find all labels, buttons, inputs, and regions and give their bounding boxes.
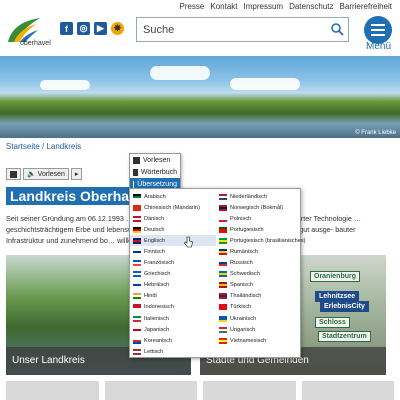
language-option[interactable]: Ungarisch: [216, 324, 302, 335]
search-icon[interactable]: [330, 22, 344, 36]
flag-icon: [133, 348, 141, 355]
flag-icon: [133, 193, 141, 200]
book-icon: [133, 168, 138, 176]
flag-icon: [133, 215, 141, 222]
menu-label[interactable]: Menü: [366, 41, 391, 52]
language-option[interactable]: Polnisch: [216, 213, 302, 224]
reader-action-menu: Vorlesen Wörterbuch Übersetzung: [129, 153, 181, 191]
flag-icon: [219, 304, 227, 311]
speaker-icon: [133, 156, 140, 164]
road-sign: Stadtzentrum: [318, 331, 371, 342]
flag-icon: [219, 226, 227, 233]
language-option[interactable]: Arabisch: [130, 191, 216, 202]
search-input[interactable]: Suche: [136, 17, 349, 42]
road-sign: Oranienburg: [310, 271, 361, 282]
hamburger-icon: [371, 24, 385, 26]
social-links: f ◎ ▶ ✸: [60, 22, 124, 35]
logo-wordmark: oberhavel: [20, 40, 51, 46]
flag-icon: [133, 260, 141, 267]
flag-icon: [219, 193, 227, 200]
flag-icon: [133, 204, 141, 211]
read-aloud-toolbar: 🔈 Vorlesen ▸: [6, 168, 83, 180]
road-sign: ErlebnisCity: [320, 301, 369, 312]
road-sign: Schloss: [315, 317, 350, 328]
hero-image: © Frank Liebke: [0, 56, 400, 138]
flag-icon: [219, 315, 227, 322]
language-option[interactable]: Schwedisch: [216, 269, 302, 280]
top-link-presse[interactable]: Presse: [179, 2, 204, 11]
flag-icon: [133, 315, 141, 322]
language-option[interactable]: Hebräisch: [130, 280, 216, 291]
language-option[interactable]: Koreanisch: [130, 335, 216, 346]
language-option[interactable]: Norwegisch (Bokmål): [216, 202, 302, 213]
youtube-icon[interactable]: ▶: [94, 22, 107, 35]
translate-icon: [133, 180, 135, 188]
language-option[interactable]: Hindi: [130, 291, 216, 302]
language-option[interactable]: Russisch: [216, 258, 302, 269]
mouse-cursor: [184, 236, 193, 248]
reader-menu-button[interactable]: [6, 168, 21, 180]
more-cards: [0, 381, 400, 400]
read-aloud-button[interactable]: 🔈 Vorlesen: [23, 168, 69, 180]
language-option[interactable]: Portugiesisch (brasilianisches): [216, 235, 306, 246]
language-option[interactable]: Indonesisch: [130, 302, 216, 313]
flag-icon: [133, 271, 141, 278]
hero-copyright: © Frank Liebke: [355, 130, 396, 136]
language-option[interactable]: Vietnamesisch: [216, 335, 302, 346]
language-option[interactable]: Französisch: [130, 258, 216, 269]
language-option[interactable]: Deutsch: [130, 224, 216, 235]
speaker-icon: 🔈: [27, 171, 36, 178]
flag-icon: [133, 337, 141, 344]
top-link-impressum[interactable]: Impressum: [244, 2, 284, 11]
language-option[interactable]: Englisch: [130, 235, 216, 247]
language-option[interactable]: Niederländisch: [216, 191, 302, 202]
language-option[interactable]: Lettisch: [130, 346, 216, 357]
top-links: Presse Kontakt Impressum Datenschutz Bar…: [179, 2, 392, 11]
flag-icon: [219, 215, 227, 222]
language-option[interactable]: Portugiesisch: [216, 224, 302, 235]
language-option[interactable]: Rumänisch: [216, 246, 302, 257]
flag-icon: [133, 326, 141, 333]
flag-icon: [133, 237, 141, 244]
flag-icon: [219, 237, 227, 244]
flag-icon: [219, 282, 227, 289]
language-option[interactable]: Griechisch: [130, 269, 216, 280]
menu-icon: [10, 170, 17, 178]
flag-icon: [133, 226, 141, 233]
language-option[interactable]: Türkisch: [216, 302, 302, 313]
top-link-barrierefreiheit[interactable]: Barrierefreiheit: [340, 2, 392, 11]
flag-icon: [219, 293, 227, 300]
search-placeholder: Suche: [143, 23, 175, 36]
sun-icon[interactable]: ✸: [111, 22, 124, 35]
flag-icon: [219, 271, 227, 278]
flag-icon: [133, 293, 141, 300]
language-option[interactable]: Thailändisch: [216, 291, 302, 302]
flag-icon: [133, 282, 141, 289]
instagram-icon[interactable]: ◎: [77, 22, 90, 35]
top-link-kontakt[interactable]: Kontakt: [210, 2, 237, 11]
flag-icon: [219, 204, 227, 211]
menu-button[interactable]: [364, 16, 392, 44]
play-button[interactable]: ▸: [70, 168, 83, 180]
flag-icon: [219, 326, 227, 333]
language-option[interactable]: Dänisch: [130, 213, 216, 224]
breadcrumb[interactable]: Startseite / Landkreis: [6, 142, 81, 151]
language-option[interactable]: Chinesisch (Mandarin): [130, 202, 216, 213]
action-menu-item[interactable]: Vorlesen: [130, 154, 180, 166]
top-link-datenschutz[interactable]: Datenschutz: [289, 2, 333, 11]
flag-icon: [219, 337, 227, 344]
flag-icon: [133, 249, 141, 256]
flag-icon: [133, 304, 141, 311]
action-menu-item[interactable]: Wörterbuch: [130, 166, 180, 178]
facebook-icon[interactable]: f: [60, 22, 73, 35]
flag-icon: [219, 249, 227, 256]
oberhavel-logo[interactable]: oberhavel: [6, 16, 54, 46]
language-option[interactable]: Finnisch: [130, 246, 216, 257]
language-option[interactable]: Japanisch: [130, 324, 216, 335]
flag-icon: [219, 260, 227, 267]
language-option[interactable]: Spanisch: [216, 280, 302, 291]
language-selector: Arabisch Niederländisch Chinesisch (Mandar…: [129, 188, 306, 358]
language-option[interactable]: Italienisch: [130, 313, 216, 324]
language-option[interactable]: Ukrainisch: [216, 313, 302, 324]
